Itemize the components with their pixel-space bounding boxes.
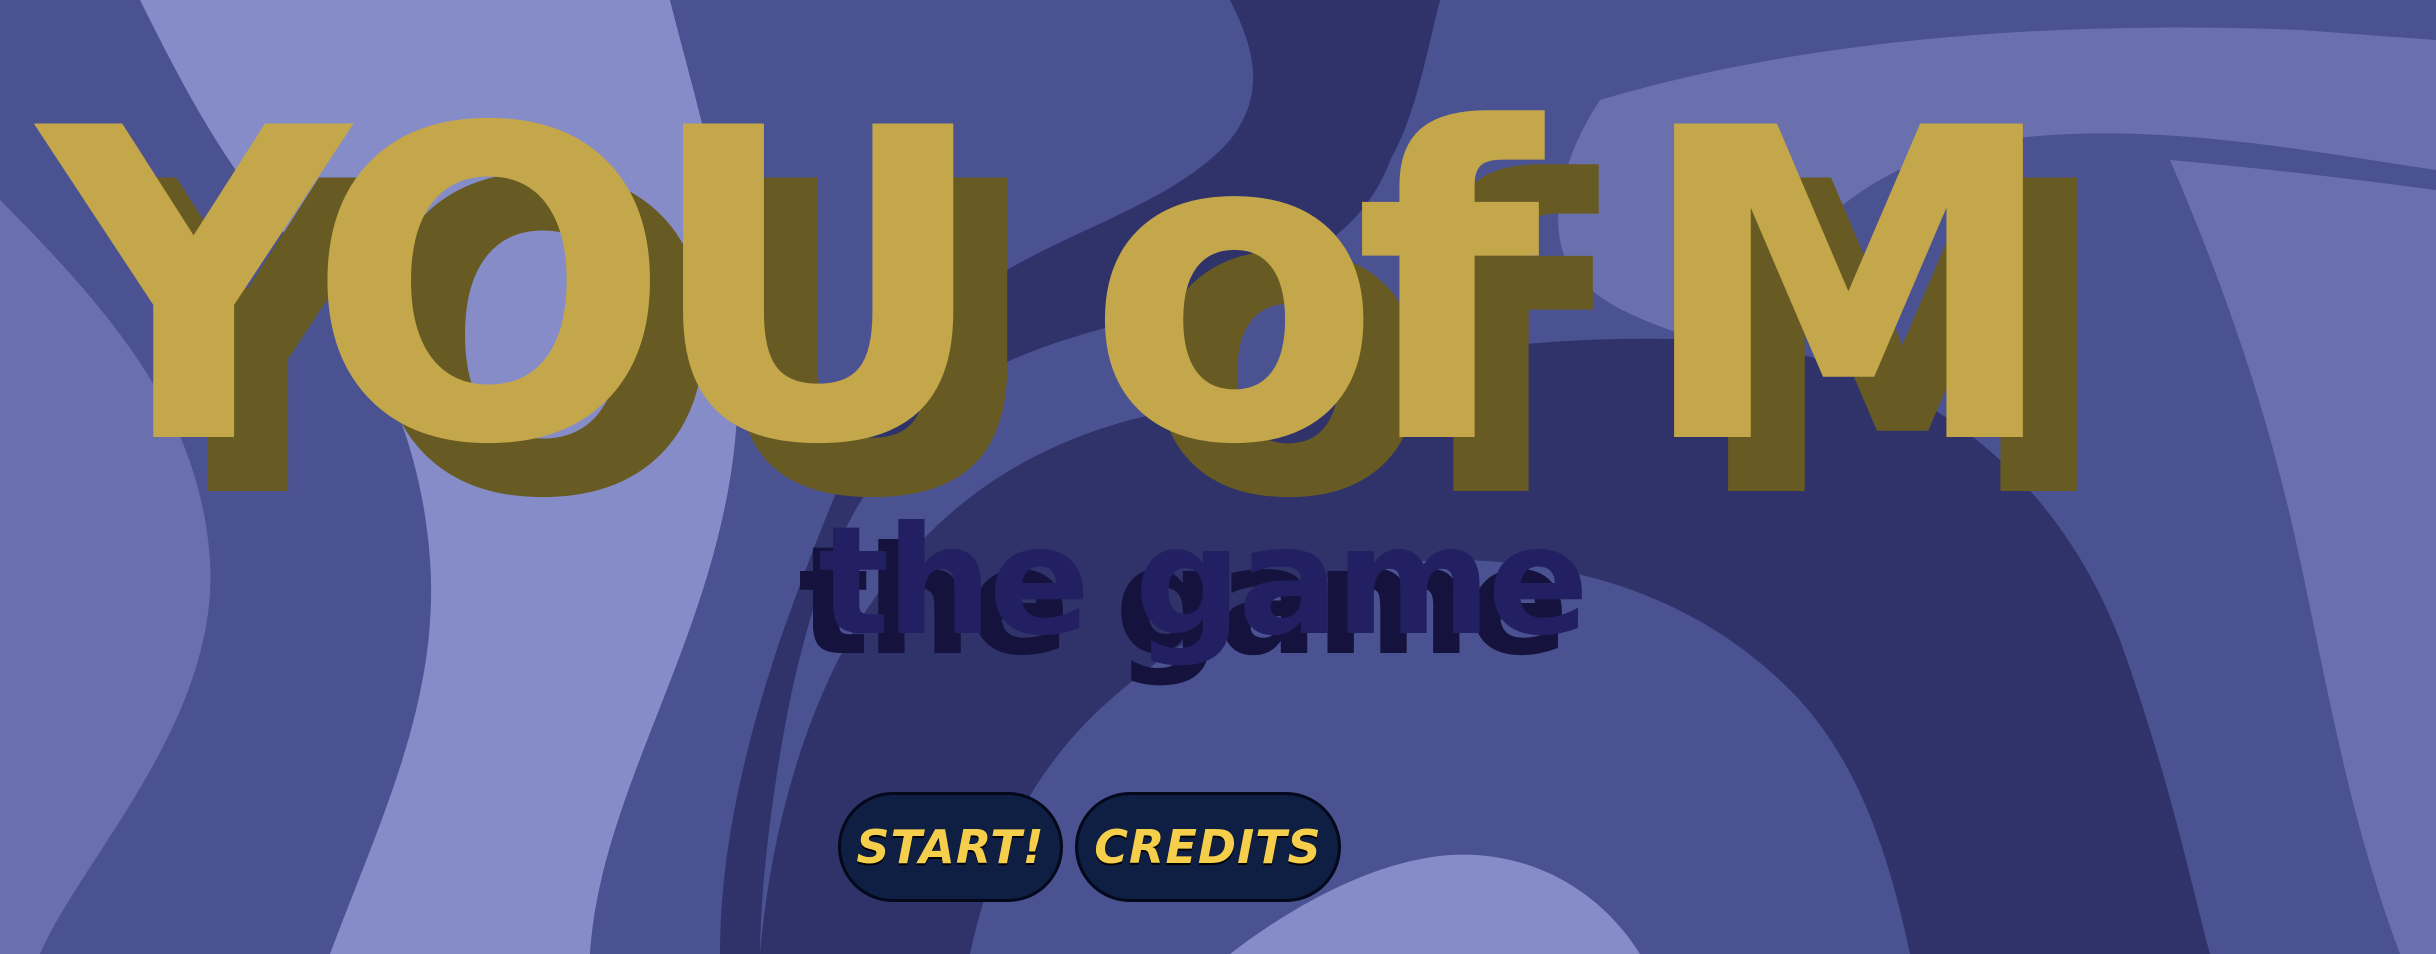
credits-button[interactable]: CREDITS [1075,792,1341,902]
title-screen: YOU of M YOU of M the game the game STAR… [0,0,2436,954]
game-subtitle: the game [818,495,1589,669]
game-title: YOU of M [38,39,2063,539]
start-button[interactable]: START! [838,792,1063,902]
